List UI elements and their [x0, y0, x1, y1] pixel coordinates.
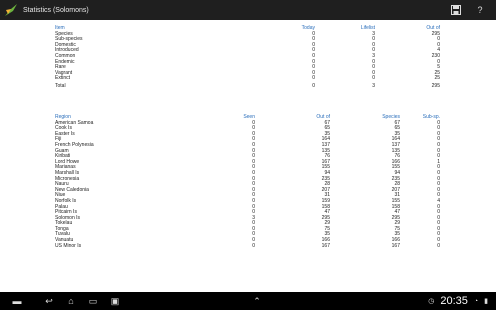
bird-logo-icon[interactable] — [3, 2, 19, 18]
summary-item: Total — [55, 82, 66, 89]
statistics-content[interactable]: Item Today Lifelist Out of Species 0 3 295 S… — [0, 20, 496, 292]
region-out-of: 167 — [321, 242, 330, 249]
summary-row: Total 0 3 295 — [55, 82, 440, 90]
save-icon[interactable] — [450, 4, 462, 16]
system-navigation-bar: ▬ ↩ ⌂ ▭ ▣ ⌃ ◷ 20:35 ◔ ▮ — [0, 292, 496, 310]
region-table: Region Seen Out of Species Sub-sp. Ameri… — [55, 114, 440, 250]
summary-today: 0 — [312, 82, 315, 89]
back-icon[interactable]: ↩ — [38, 296, 60, 307]
keyboard-icon[interactable]: ▬ — [6, 296, 28, 306]
up-arrow-icon[interactable]: ⌃ — [246, 296, 268, 307]
clock-time: 20:35 — [440, 295, 468, 307]
summary-lifelist: 3 — [372, 82, 375, 89]
status-area[interactable]: ◷ 20:35 ◔ ▮ — [428, 295, 488, 307]
wifi-icon: ◔ — [473, 297, 479, 305]
clock-icon: ◷ — [428, 298, 435, 305]
screenshot-icon[interactable]: ▣ — [104, 296, 126, 307]
summary-table: Item Today Lifelist Out of Species 0 3 295 S… — [55, 25, 440, 90]
help-icon[interactable]: ? — [474, 4, 486, 16]
region-row[interactable]: US Minor Is 0 167 167 0 — [55, 242, 440, 250]
recent-apps-icon[interactable]: ▭ — [82, 296, 104, 307]
action-bar: Statistics (Solomons) ? — [0, 0, 496, 20]
region-name: US Minor Is — [55, 242, 82, 249]
region-seen: 0 — [252, 242, 255, 249]
home-icon[interactable]: ⌂ — [60, 296, 82, 306]
region-species: 167 — [391, 242, 400, 249]
page-title: Statistics (Solomons) — [23, 6, 89, 14]
battery-icon: ▮ — [484, 298, 488, 305]
region-sub-sp: 0 — [437, 242, 440, 249]
summary-out-of: 295 — [431, 82, 440, 89]
